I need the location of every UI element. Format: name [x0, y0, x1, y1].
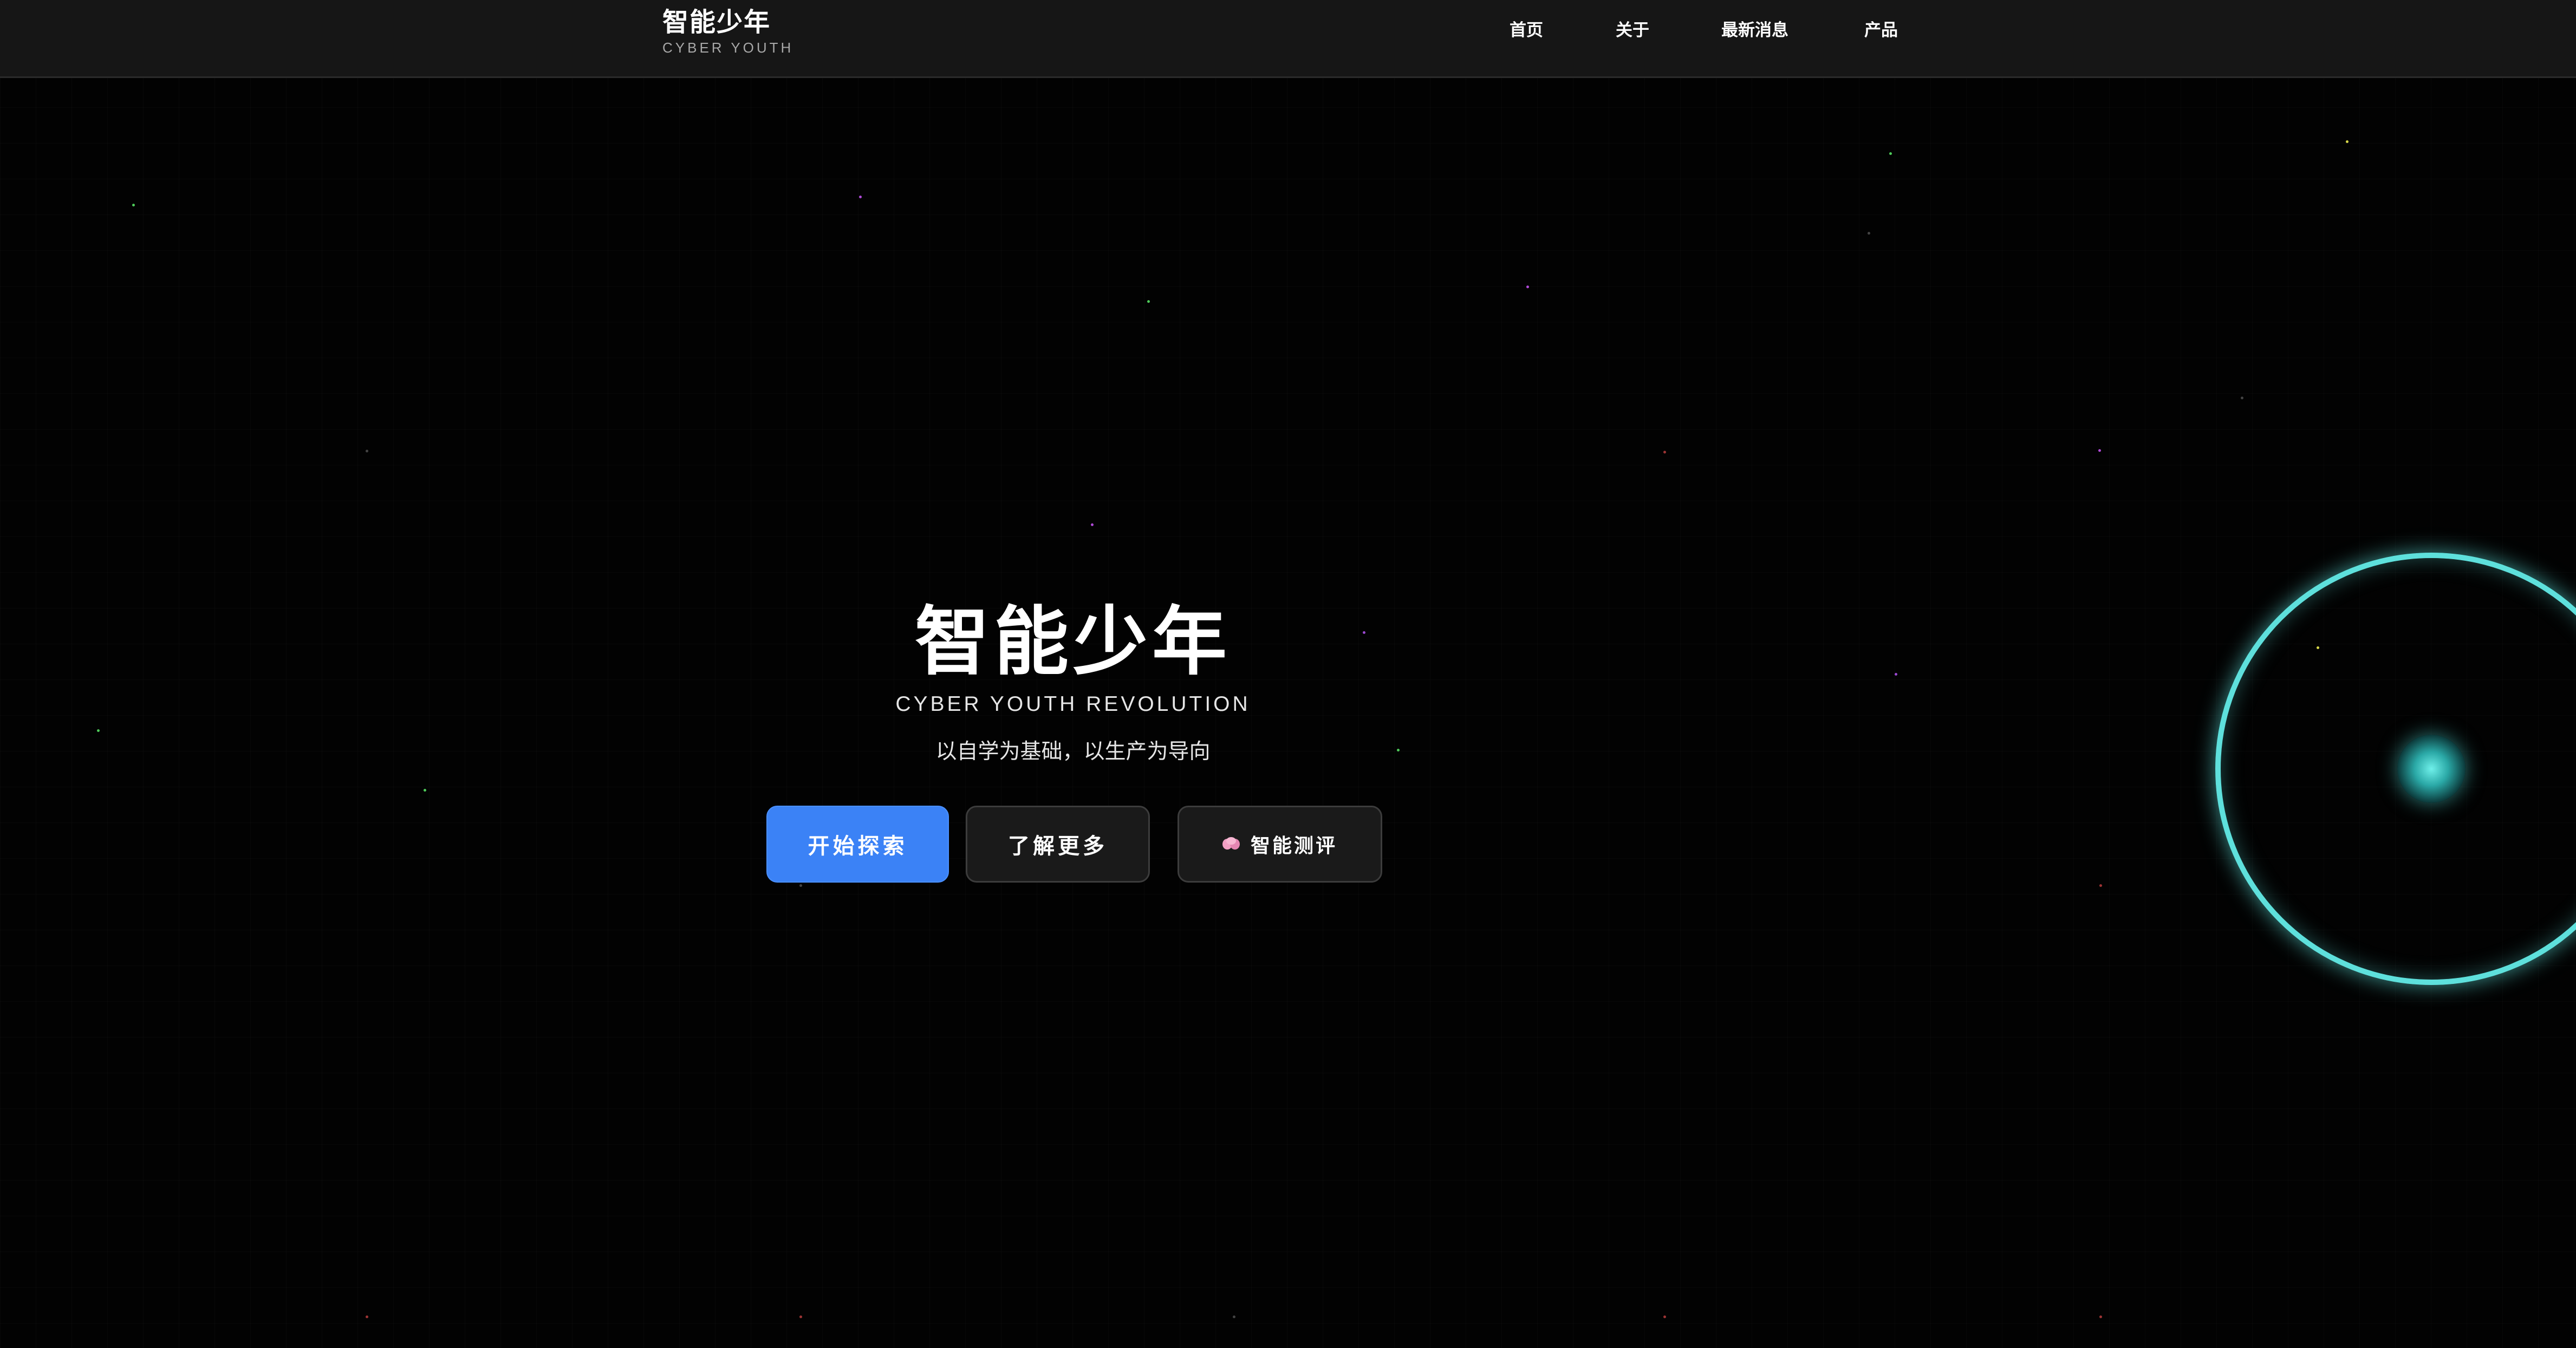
orb-core-icon: [2397, 735, 2466, 803]
glowing-ring-icon: [2215, 553, 2576, 985]
hero-subtitle: CYBER YOUTH REVOLUTION: [895, 692, 1251, 716]
star: [799, 1315, 802, 1318]
brand-logo[interactable]: 智能少年 CYBER YOUTH: [662, 5, 793, 56]
star: [366, 450, 368, 452]
nav-link-about[interactable]: 关于: [1616, 20, 1649, 41]
navbar: 智能少年 CYBER YOUTH 首页 关于 最新消息 产品: [0, 0, 2576, 78]
star: [1663, 1315, 1666, 1318]
star: [2099, 884, 2102, 887]
star: [2098, 449, 2101, 452]
star: [366, 1315, 368, 1318]
start-explore-label: 开始探索: [808, 834, 908, 859]
star: [97, 729, 100, 732]
brain-icon: [1222, 837, 1241, 851]
star: [132, 204, 135, 206]
hero-title: 智能少年: [914, 598, 1231, 685]
star: [2099, 1315, 2102, 1318]
star: [1526, 286, 1529, 288]
learn-more-button[interactable]: 了解更多: [966, 806, 1150, 883]
nav-link-products[interactable]: 产品: [1864, 20, 1898, 41]
smart-assessment-label: 智能测评: [1250, 835, 1337, 857]
nav-link-news[interactable]: 最新消息: [1721, 20, 1788, 41]
star: [424, 789, 426, 792]
star: [799, 884, 802, 887]
nav-link-home[interactable]: 首页: [1510, 20, 1543, 41]
hero-tagline: 以自学为基础，以生产为导向: [935, 740, 1211, 764]
star: [1091, 523, 1094, 526]
star: [1363, 631, 1365, 634]
star: [859, 196, 862, 198]
star: [1868, 232, 1870, 235]
star: [1233, 1315, 1235, 1318]
brand-subtitle: CYBER YOUTH: [662, 40, 794, 56]
learn-more-label: 了解更多: [1008, 834, 1108, 859]
page: 智能少年 CYBER YOUTH 首页 关于 最新消息 产品 智能少年 CYBE…: [0, 0, 2576, 1348]
star: [1397, 749, 1400, 751]
star: [1889, 152, 1892, 155]
star: [2346, 140, 2349, 143]
star: [1147, 300, 1150, 303]
star: [2241, 397, 2243, 399]
star: [1663, 451, 1666, 453]
start-explore-button[interactable]: 开始探索: [766, 806, 949, 883]
brand-title: 智能少年: [662, 7, 771, 37]
star: [1895, 673, 1897, 676]
smart-assessment-button[interactable]: 智能测评: [1178, 806, 1382, 883]
